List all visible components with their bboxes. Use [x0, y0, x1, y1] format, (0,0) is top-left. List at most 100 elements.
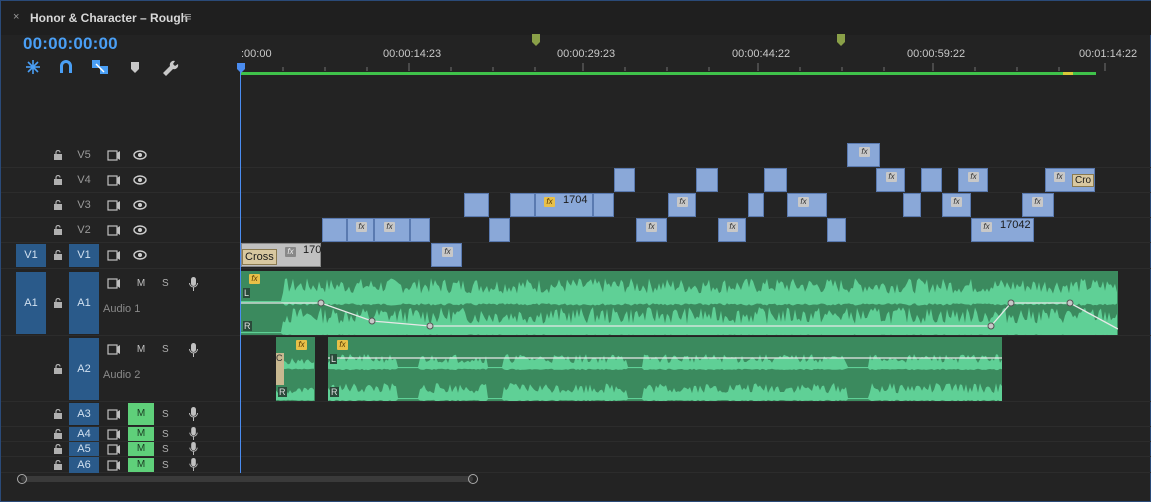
track-name-label[interactable]: Audio 1	[103, 303, 140, 315]
add-marker-icon[interactable]	[125, 58, 145, 76]
lock-icon[interactable]	[53, 444, 63, 454]
eye-icon[interactable]	[133, 200, 147, 210]
mute-button[interactable]: M	[128, 343, 154, 357]
mute-button[interactable]: M	[128, 403, 154, 425]
solo-button[interactable]: S	[162, 278, 169, 289]
sequence-tab-title[interactable]: Honor & Character – Rough	[30, 11, 188, 25]
track-target-a2[interactable]: A2	[69, 338, 99, 400]
solo-button[interactable]: S	[162, 460, 169, 471]
sync-lock-icon[interactable]	[107, 250, 121, 261]
lock-icon[interactable]	[53, 409, 63, 419]
sequence-marker-icon[interactable]	[837, 34, 845, 46]
video-clip[interactable]	[764, 168, 787, 192]
lock-icon[interactable]	[53, 364, 63, 374]
solo-button[interactable]: S	[162, 344, 169, 355]
video-clip[interactable]: fx	[668, 193, 696, 217]
transition-marker[interactable]: C	[276, 353, 284, 385]
video-clip[interactable]: fx 17042	[971, 218, 1034, 242]
video-clip[interactable]	[322, 218, 347, 242]
linked-selection-icon[interactable]	[90, 58, 110, 76]
sync-lock-icon[interactable]	[107, 200, 121, 211]
track-target-a4[interactable]: A4	[69, 427, 99, 441]
audio-clip-a2[interactable]: fx L R	[328, 337, 1002, 401]
sync-lock-icon[interactable]	[107, 175, 121, 186]
track-target-v1[interactable]: V1	[69, 244, 99, 267]
video-clip[interactable]: fx	[847, 143, 880, 167]
snap-in-nest-icon[interactable]	[23, 58, 43, 76]
cross-dissolve-transition[interactable]: Cross	[242, 249, 277, 265]
eye-icon[interactable]	[133, 225, 147, 235]
video-clip[interactable]: fx	[1022, 193, 1054, 217]
video-clip[interactable]: fx	[347, 218, 374, 242]
solo-button[interactable]: S	[162, 444, 169, 455]
eye-icon[interactable]	[133, 175, 147, 185]
track-target-a5[interactable]: A5	[69, 442, 99, 456]
sync-lock-icon[interactable]	[107, 444, 121, 455]
microphone-icon[interactable]	[189, 343, 198, 357]
panel-menu-icon[interactable]: ≡	[184, 9, 192, 24]
video-clip[interactable]	[748, 193, 764, 217]
microphone-icon[interactable]	[189, 458, 198, 471]
track-name-label[interactable]: Audio 2	[103, 369, 140, 381]
lock-icon[interactable]	[53, 175, 63, 185]
track-target-v5[interactable]: V5	[69, 149, 99, 161]
video-clip[interactable]: fx	[958, 168, 988, 192]
mute-button[interactable]: M	[128, 442, 154, 456]
video-clip[interactable]	[489, 218, 510, 242]
playhead-timecode[interactable]: 00:00:00:00	[23, 34, 118, 54]
scrollbar-thumb[interactable]	[21, 476, 473, 482]
video-clip[interactable]	[903, 193, 921, 217]
video-clip[interactable]	[464, 193, 489, 217]
sequence-marker-icon[interactable]	[532, 34, 540, 46]
mute-button[interactable]: M	[128, 427, 154, 441]
track-target-v3[interactable]: V3	[69, 199, 99, 211]
sync-lock-icon[interactable]	[107, 429, 121, 440]
microphone-icon[interactable]	[189, 427, 198, 440]
video-clip[interactable]	[593, 193, 614, 217]
video-clip[interactable]: fx	[876, 168, 905, 192]
video-clip[interactable]: fx 1704	[535, 193, 593, 217]
source-patch-v1[interactable]: V1	[16, 244, 46, 267]
lock-icon[interactable]	[53, 225, 63, 235]
source-patch-a1[interactable]: A1	[16, 272, 46, 334]
video-clip[interactable]: fx	[787, 193, 827, 217]
lock-icon[interactable]	[53, 200, 63, 210]
video-clip[interactable]	[827, 218, 846, 242]
lock-icon[interactable]	[53, 150, 63, 160]
solo-button[interactable]: S	[162, 409, 169, 420]
lock-icon[interactable]	[53, 429, 63, 439]
microphone-icon[interactable]	[189, 407, 198, 421]
video-clip[interactable]: fx	[431, 243, 462, 267]
mute-button[interactable]: M	[128, 458, 154, 472]
work-area-bar[interactable]	[241, 72, 1096, 75]
close-tab-icon[interactable]: ×	[13, 11, 19, 23]
track-target-a6[interactable]: A6	[69, 457, 99, 473]
playhead-line[interactable]	[240, 65, 241, 473]
audio-clip-a1[interactable]: fx L R	[241, 271, 1118, 335]
video-clip[interactable]: fx	[374, 218, 410, 242]
sync-lock-icon[interactable]	[107, 460, 121, 471]
track-target-v2[interactable]: V2	[69, 224, 99, 236]
solo-button[interactable]: S	[162, 429, 169, 440]
video-clip[interactable]	[614, 168, 635, 192]
video-clip[interactable]	[921, 168, 942, 192]
video-clip[interactable]: Cross fx 170	[241, 243, 321, 267]
cross-dissolve-transition[interactable]: Cro	[1072, 174, 1095, 187]
microphone-icon[interactable]	[189, 277, 198, 291]
video-clip[interactable]: fx Cro	[1045, 168, 1095, 192]
microphone-icon[interactable]	[189, 442, 198, 455]
lock-icon[interactable]	[53, 250, 63, 260]
scroll-zoom-handle-left[interactable]	[17, 474, 27, 484]
playhead-handle-icon[interactable]	[237, 63, 245, 73]
track-target-a3[interactable]: A3	[69, 403, 99, 425]
mute-button[interactable]: M	[128, 277, 154, 291]
sync-lock-icon[interactable]	[107, 409, 121, 420]
video-clip[interactable]: fx	[718, 218, 746, 242]
video-clip[interactable]: fx	[636, 218, 667, 242]
eye-icon[interactable]	[133, 150, 147, 160]
lock-icon[interactable]	[53, 460, 63, 470]
track-target-a1[interactable]: A1	[69, 272, 99, 334]
track-target-v4[interactable]: V4	[69, 174, 99, 186]
eye-icon[interactable]	[133, 250, 147, 260]
video-clip[interactable]	[510, 193, 535, 217]
